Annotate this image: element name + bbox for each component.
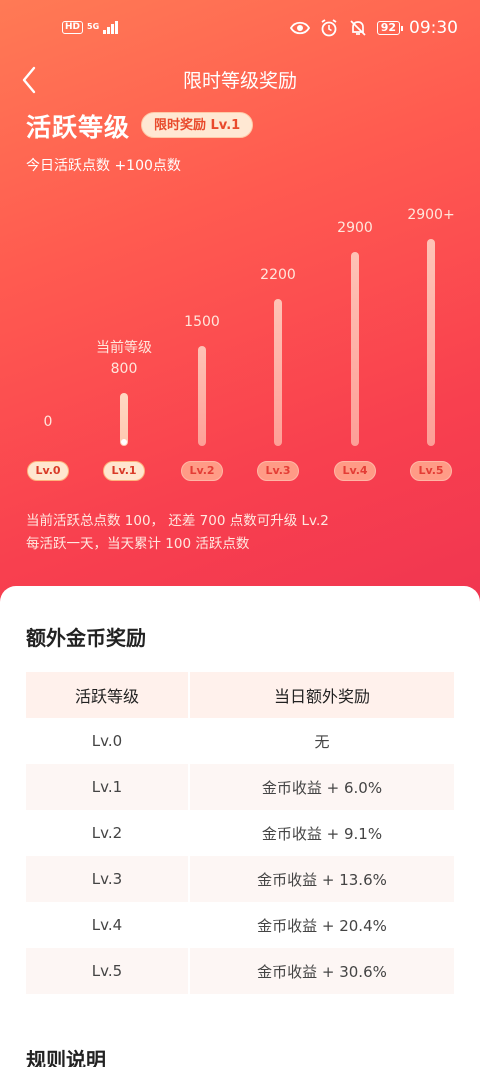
clock-time: 09:30	[409, 18, 458, 38]
bar-value-label: 2900	[337, 220, 373, 237]
level-cell: Lv.2	[91, 824, 123, 842]
reward-cell: 金币收益 + 13.6%	[190, 856, 454, 902]
header-level: 活跃等级	[26, 672, 188, 718]
network-type: 5G	[87, 22, 100, 31]
level-cell: Lv.3	[26, 856, 188, 902]
bar-value-label: 2200	[260, 267, 296, 284]
level-cell: Lv.4	[91, 916, 123, 934]
rules-section-title: 规则说明	[26, 1048, 106, 1067]
level-pill: Lv.0	[27, 461, 69, 481]
table-row: Lv.2 金币收益 + 9.1%	[26, 810, 454, 856]
level-cell: Lv.1	[26, 764, 188, 810]
rewards-table: 活跃等级 当日额外奖励 Lv.0 无 Lv.1 金币收益 + 6.0% Lv.2 金币收益…	[26, 672, 454, 994]
alarm-icon	[319, 18, 339, 38]
progress-dot	[121, 438, 127, 445]
header-reward: 当日额外奖励	[190, 672, 454, 718]
level-bar	[427, 239, 435, 446]
bar-value-label: 2900+	[407, 207, 455, 223]
rewards-card: 额外金币奖励 活跃等级 当日额外奖励 Lv.0 无 Lv.1 金币收益 + 6.0% L…	[0, 586, 480, 1067]
table-row: Lv.4 金币收益 + 20.4%	[26, 902, 454, 948]
network-indicators: HD 5G	[62, 20, 118, 34]
today-points-text: 今日活跃点数 +100点数	[26, 158, 181, 174]
level-pill: Lv.3	[257, 461, 299, 481]
reward-cell: 金币收益 + 6.0%	[190, 764, 454, 810]
table-row: Lv.5 金币收益 + 30.6%	[26, 948, 454, 994]
signal-icon	[103, 20, 118, 34]
level-pill: Lv.4	[334, 461, 376, 481]
status-bar: HD 5G 92 09:30	[0, 0, 480, 58]
hd-icon: HD	[62, 20, 84, 34]
level-cell: Lv.0	[91, 732, 123, 750]
level-bar	[198, 345, 206, 446]
level-bar	[274, 299, 282, 446]
battery-icon: 92	[376, 21, 404, 35]
reward-cell: 无	[314, 732, 330, 751]
reward-cell: 金币收益 + 30.6%	[190, 948, 454, 994]
page-title: 限时等级奖励	[182, 70, 297, 92]
top-navigation-bar: 限时等级奖励	[0, 58, 480, 102]
level-pill: Lv.5	[410, 461, 452, 481]
eye-icon	[289, 18, 310, 38]
bar-value-label: 1500	[184, 313, 220, 330]
level-cell: Lv.5	[26, 948, 188, 994]
activity-level-heading: 活跃等级	[26, 113, 131, 142]
limited-reward-badge: 限时奖励 Lv.1	[141, 112, 254, 138]
reward-cell: 金币收益 + 20.4%	[257, 916, 387, 935]
level-pill: Lv.2	[181, 461, 223, 481]
table-header-row: 活跃等级 当日额外奖励	[26, 672, 454, 718]
rewards-section-title: 额外金币奖励	[26, 626, 146, 650]
table-row: Lv.1 金币收益 + 6.0%	[26, 764, 454, 810]
mute-bell-icon	[348, 18, 368, 38]
status-icons: 92 09:30	[289, 18, 458, 38]
points-progress-hint: 当前活跃总点数 100， 还差 700 点数可升级 Lv.2	[26, 513, 329, 529]
table-row: Lv.3 金币收益 + 13.6%	[26, 856, 454, 902]
level-chart: 0 Lv.0 800 当前等级 Lv.1 1500 Lv.2 2200 Lv.3 2900 Lv.4…	[0, 200, 480, 490]
daily-points-hint: 每活跃一天，当天累计 100 活跃点数	[26, 536, 250, 552]
table-row: Lv.0 无	[26, 718, 454, 764]
level-bar	[120, 392, 128, 446]
reward-cell: 金币收益 + 9.1%	[261, 824, 383, 843]
level-bar	[351, 252, 359, 446]
current-level-label: 当前等级	[96, 339, 152, 356]
bar-value-label: 800	[110, 360, 138, 377]
level-pill: Lv.1	[103, 461, 145, 481]
bar-value-label: 0	[43, 414, 53, 430]
